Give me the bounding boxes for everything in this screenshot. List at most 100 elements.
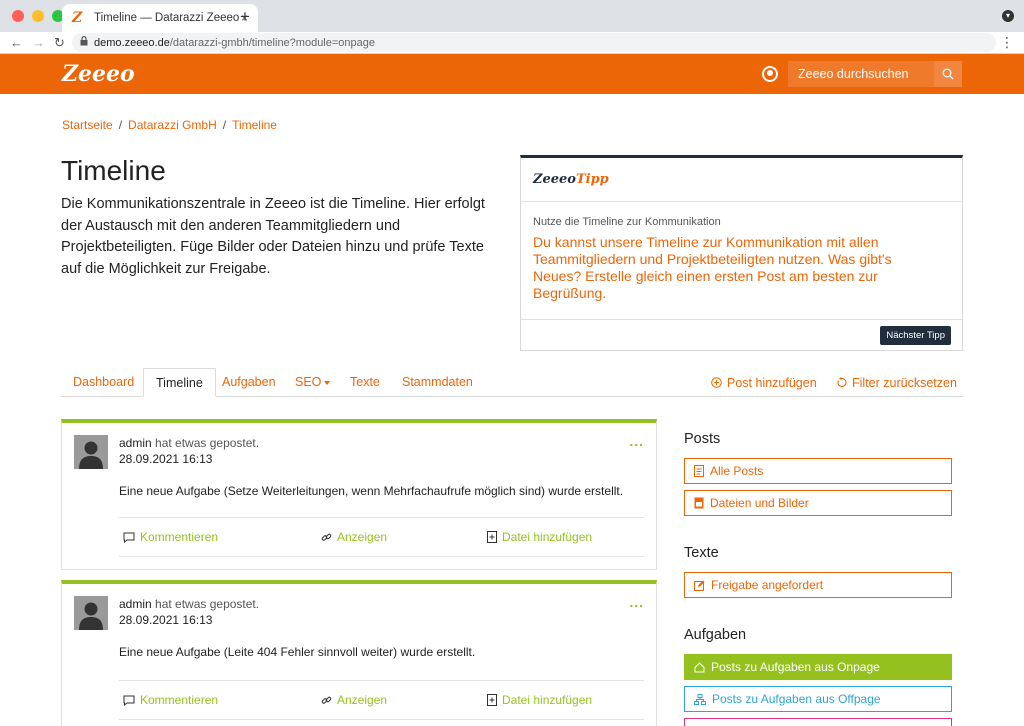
tab-stammdaten[interactable]: Stammdaten	[390, 368, 485, 397]
all-posts-button[interactable]: Alle Posts	[684, 458, 952, 484]
sidebar-heading-posts: Posts	[684, 431, 721, 447]
tab-seo-label: SEO	[295, 375, 322, 389]
sidebar-button-partial[interactable]	[684, 718, 952, 726]
post-action-text: hat etwas gepostet.	[155, 597, 260, 611]
approval-requested-label: Freigabe angefordert	[711, 578, 824, 592]
tipp-brand-suffix: Tipp	[575, 172, 609, 187]
reset-icon	[837, 377, 847, 387]
tipp-subtitle: Nutze die Timeline zur Kommunikation	[533, 216, 721, 228]
add-file-button[interactable]: Datei hinzufügen	[487, 693, 592, 707]
all-posts-label: Alle Posts	[710, 464, 764, 478]
tipp-message: Du kannst unsere Timeline zur Kommunikat…	[533, 234, 892, 301]
breadcrumb-startseite[interactable]: Startseite	[62, 118, 113, 132]
file-plus-icon	[487, 694, 497, 706]
zeeeo-logo[interactable]: Zeeeo	[62, 61, 135, 87]
tipp-footer: Nächster Tipp	[521, 319, 962, 350]
avatar	[74, 596, 108, 630]
offpage-tasks-label: Posts zu Aufgaben aus Offpage	[712, 692, 881, 706]
url-field[interactable]: demo.zeeeo.de/datarazzi-gmbh/timeline?mo…	[72, 33, 996, 52]
comment-button[interactable]: Kommentieren	[123, 530, 218, 544]
reset-filter-button[interactable]: Filter zurücksetzen	[836, 368, 957, 397]
show-label: Anzeigen	[337, 693, 388, 707]
user-account-icon[interactable]	[762, 66, 778, 82]
home-icon	[694, 661, 705, 672]
window-controls	[12, 10, 64, 22]
timeline-post: admin hat etwas gepostet. 28.09.2021 16:…	[61, 419, 657, 570]
reload-icon[interactable]: ↻	[54, 35, 65, 51]
search-button[interactable]	[934, 61, 962, 87]
post-menu-icon[interactable]: ...	[629, 594, 644, 610]
approval-requested-button[interactable]: Freigabe angefordert	[684, 572, 952, 598]
page-title: Timeline	[61, 155, 166, 186]
post-author: admin hat etwas gepostet.	[119, 436, 259, 450]
sidebar-heading-texte: Texte	[684, 545, 719, 561]
tab-timeline[interactable]: Timeline	[143, 368, 216, 397]
post-text: Eine neue Aufgabe (Leite 404 Fehler sinn…	[119, 645, 476, 659]
reset-filter-label: Filter zurücksetzen	[852, 375, 957, 390]
file-plus-icon	[487, 531, 497, 543]
comment-icon	[123, 532, 135, 543]
tab-dashboard[interactable]: Dashboard	[61, 368, 146, 397]
tab-aufgaben[interactable]: Aufgaben	[210, 368, 288, 397]
timeline-post: admin hat etwas gepostet. 28.09.2021 16:…	[61, 580, 657, 726]
breadcrumb-timeline[interactable]: Timeline	[232, 118, 277, 132]
next-tipp-button[interactable]: Nächster Tipp	[880, 326, 951, 345]
avatar	[74, 435, 108, 469]
document-icon	[694, 465, 704, 477]
post-author-name[interactable]: admin	[119, 436, 152, 450]
browser-menu-icon[interactable]: ⋮	[1000, 34, 1014, 51]
lock-icon	[80, 36, 88, 49]
post-menu-icon[interactable]: ...	[629, 433, 644, 449]
tab-texte[interactable]: Texte	[338, 368, 392, 397]
post-action-text: hat etwas gepostet.	[155, 436, 260, 450]
search-input[interactable]	[788, 61, 934, 87]
image-file-icon	[694, 497, 704, 509]
show-label: Anzeigen	[337, 530, 388, 544]
url-path: /datarazzi-gmbh/timeline?module=onpage	[169, 36, 375, 49]
browser-address-bar: ← → ↻ demo.zeeeo.de/datarazzi-gmbh/timel…	[0, 32, 1024, 54]
comment-label: Kommentieren	[140, 693, 219, 707]
tab-seo[interactable]: SEO	[283, 368, 342, 397]
show-button[interactable]: Anzeigen	[321, 530, 387, 544]
link-icon	[321, 696, 332, 704]
tipp-box: ZeeeoTipp Nutze die Timeline zur Kommuni…	[520, 155, 963, 351]
window-menu-icon[interactable]: ▾	[1002, 10, 1014, 22]
files-images-label: Dateien und Bilder	[710, 496, 809, 510]
new-tab-button[interactable]: +	[240, 7, 250, 27]
add-file-label: Datei hinzufügen	[502, 693, 593, 707]
link-icon	[321, 533, 332, 541]
post-text: Eine neue Aufgabe (Setze Weiterleitungen…	[119, 484, 624, 498]
show-button[interactable]: Anzeigen	[321, 693, 387, 707]
back-arrow-icon[interactable]: ←	[10, 35, 23, 50]
plus-circle-icon	[711, 377, 722, 388]
post-actions: Kommentieren Anzeigen Datei hinzufügen	[119, 517, 644, 557]
add-file-label: Datei hinzufügen	[502, 530, 593, 544]
page-intro: Die Kommunikationszentrale in Zeeeo ist …	[61, 196, 485, 277]
url-host: demo.zeeeo.de	[94, 36, 170, 49]
comment-button[interactable]: Kommentieren	[123, 693, 218, 707]
breadcrumb-datarazzi[interactable]: Datarazzi GmbH	[128, 118, 217, 132]
edit-icon	[694, 580, 705, 591]
post-date: 28.09.2021 16:13	[119, 613, 213, 627]
onpage-tasks-button[interactable]: Posts zu Aufgaben aus Onpage	[684, 654, 952, 680]
tipp-brand: Zeeeo	[533, 172, 576, 187]
minimize-window-button[interactable]	[32, 10, 44, 22]
post-author: admin hat etwas gepostet.	[119, 597, 259, 611]
forward-arrow-icon[interactable]: →	[32, 35, 45, 50]
browser-tab[interactable]: Z Timeline — Datarazzi Zeeeo ×	[62, 4, 258, 32]
files-images-button[interactable]: Dateien und Bilder	[684, 490, 952, 516]
breadcrumb: Startseite / Datarazzi GmbH / Timeline	[62, 118, 277, 132]
add-post-label: Post hinzufügen	[727, 375, 817, 390]
module-tabs: Dashboard Timeline Aufgaben SEO Texte St…	[61, 368, 963, 397]
sidebar-heading-aufgaben: Aufgaben	[684, 627, 747, 643]
post-actions: Kommentieren Anzeigen Datei hinzufügen	[119, 680, 644, 720]
add-post-button[interactable]: Post hinzufügen	[711, 368, 817, 397]
add-file-button[interactable]: Datei hinzufügen	[487, 530, 592, 544]
comment-icon	[123, 695, 135, 706]
offpage-tasks-button[interactable]: Posts zu Aufgaben aus Offpage	[684, 686, 952, 712]
caret-down-icon	[324, 380, 331, 385]
post-author-name[interactable]: admin	[119, 597, 152, 611]
tipp-header: ZeeeoTipp	[521, 158, 962, 202]
zeeeo-favicon-icon: Z	[72, 10, 83, 26]
close-window-button[interactable]	[12, 10, 24, 22]
